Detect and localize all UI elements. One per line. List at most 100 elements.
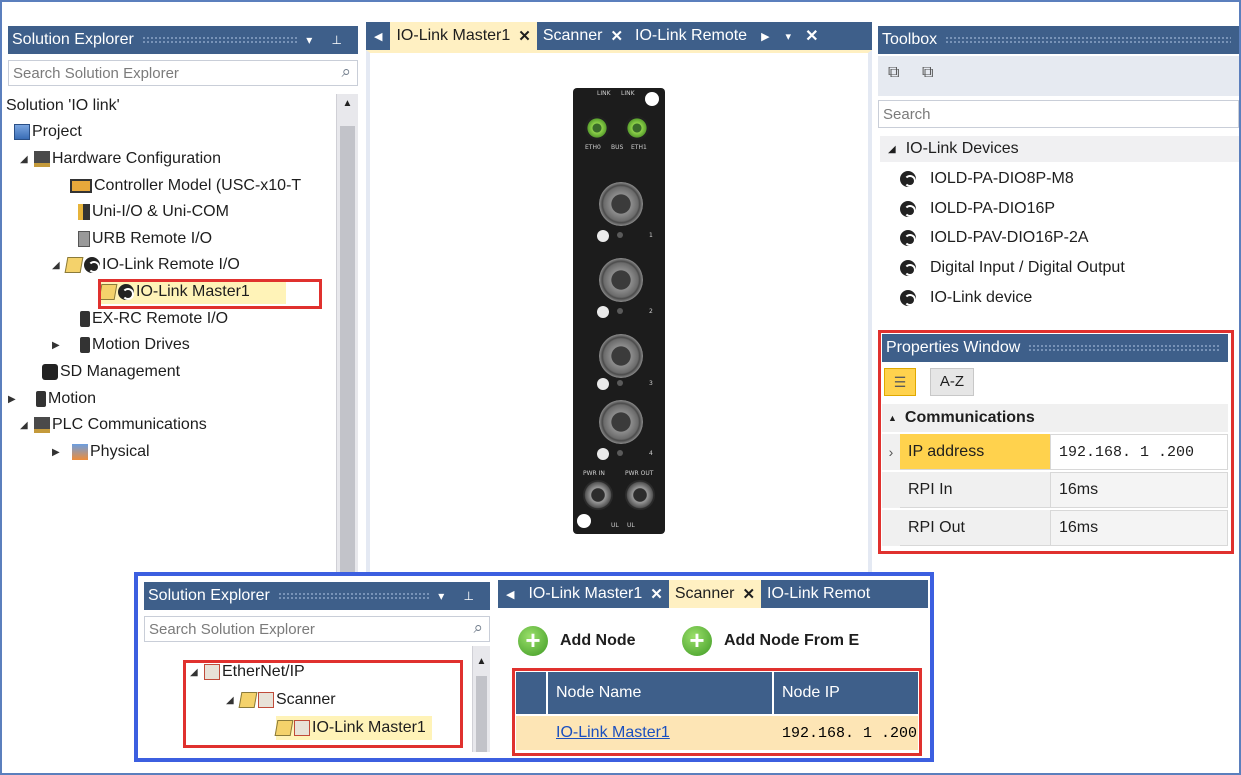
search-icon[interactable]: ⌕ [341, 62, 351, 82]
toolbox-item[interactable]: Digital Input / Digital Output [900, 256, 1125, 280]
tree-item-io-link-master1[interactable]: IO-Link Master1 [274, 716, 432, 740]
tree-item-controller-model[interactable]: Controller Model (USC-x10-T [70, 174, 301, 198]
properties-toolbar: ☰ A-Z [882, 364, 1228, 400]
bus-label: BUS [611, 144, 624, 151]
tree-item-ex-rc-remote-io[interactable]: EX-RC Remote I/O [80, 307, 228, 331]
tree-item-plc-communications[interactable]: ◢ PLC Communications [20, 413, 207, 437]
tree-item-project[interactable]: Project [14, 120, 82, 144]
collapsed-triangle-icon[interactable]: ▶ [8, 394, 20, 405]
solution-explorer-search[interactable]: Search Solution Explorer ⌕ [8, 60, 358, 86]
scroll-thumb[interactable] [476, 676, 487, 752]
window-menu-icon[interactable]: ▾ ⊥ [438, 589, 490, 603]
column-header-node-name[interactable]: Node Name [548, 672, 772, 714]
toolbox-item[interactable]: IOLD-PA-DIO8P-M8 [900, 167, 1074, 191]
close-icon[interactable]: ✕ [799, 22, 824, 50]
tab-scroll-right-icon[interactable]: ▶ [753, 22, 777, 50]
mounting-hole [645, 92, 659, 106]
tree-item-ethernet-ip[interactable]: ◢ EtherNet/IP [190, 660, 305, 684]
properties-titlebar: Properties Window [882, 334, 1228, 362]
scroll-up-icon[interactable]: ▲ [337, 98, 358, 109]
close-icon[interactable]: ✕ [742, 585, 755, 603]
tree-item-urb-remote-io[interactable]: URB Remote I/O [78, 227, 212, 251]
controller-icon [70, 179, 92, 193]
inset-scrollbar[interactable]: ▲ [472, 646, 490, 752]
collapsed-triangle-icon[interactable]: ▶ [52, 447, 64, 458]
tree-item-uni-io[interactable]: Uni-I/O & Uni-COM [78, 200, 229, 224]
close-icon[interactable]: ✕ [518, 27, 531, 45]
close-icon[interactable]: ✕ [650, 585, 663, 603]
tree-item-scanner[interactable]: ◢ Scanner [226, 688, 336, 712]
table-row[interactable]: IO-Link Master1 192.168. 1 .200 [516, 716, 918, 750]
categorized-view-icon[interactable]: ☰ [884, 368, 916, 396]
expanded-triangle-icon[interactable]: ◢ [20, 154, 32, 165]
search-placeholder: Search [883, 105, 931, 123]
expand-all-icon[interactable]: ⧉ [922, 64, 933, 82]
io-link-icon [900, 171, 916, 187]
expanded-triangle-icon[interactable]: ◢ [226, 695, 238, 706]
tab-io-link-remote[interactable]: IO-Link Remote [629, 22, 753, 50]
tab-dropdown-icon[interactable]: ▾ [778, 22, 800, 50]
add-node-from-button[interactable]: + Add Node From E [682, 626, 859, 656]
tree-item-physical[interactable]: ▶ Physical [52, 440, 150, 464]
property-row-ip-address[interactable]: › IP address 192.168. 1 .200 [882, 434, 1228, 470]
property-row-rpi-out[interactable]: RPI Out 16ms [882, 510, 1228, 546]
search-icon[interactable]: ⌕ [473, 618, 483, 638]
grid-corner [516, 672, 546, 714]
property-value[interactable]: 16ms [1050, 510, 1228, 546]
expanded-triangle-icon[interactable]: ◢ [52, 260, 64, 271]
tree-item-io-link-remote-io[interactable]: ◢ IO-Link Remote I/O [52, 253, 240, 277]
solution-explorer-scrollbar[interactable]: ▲ [336, 94, 358, 606]
column-header-node-ip[interactable]: Node IP [774, 672, 918, 714]
tree-item-sd-management[interactable]: SD Management [42, 360, 180, 384]
tree-label: Uni-I/O & Uni-COM [92, 203, 229, 220]
node-name-link[interactable]: IO-Link Master1 [548, 724, 774, 742]
toolbox-item[interactable]: IOLD-PA-DIO16P [900, 197, 1055, 221]
window-menu-icon[interactable]: ▾ ⊥ [306, 33, 358, 47]
sort-az-button[interactable]: A-Z [930, 368, 974, 396]
property-value[interactable]: 16ms [1050, 472, 1228, 508]
property-row-rpi-in[interactable]: RPI In 16ms [882, 472, 1228, 508]
toolbox-item[interactable]: IOLD-PAV-DIO16P-2A [900, 226, 1089, 250]
tree-label: Project [32, 123, 82, 140]
tab-scanner[interactable]: Scanner ✕ [668, 580, 762, 608]
properties-category[interactable]: ▲ Communications [882, 404, 1228, 432]
tab-scroll-left-icon[interactable]: ◀ [498, 580, 522, 608]
edit-icon [238, 692, 258, 708]
scroll-thumb[interactable] [340, 126, 355, 606]
tree-item-motion[interactable]: ▶ Motion [8, 387, 96, 411]
close-icon[interactable]: ✕ [610, 27, 623, 45]
tab-scroll-left-icon[interactable]: ◀ [366, 22, 390, 50]
property-value-input[interactable]: 192.168. 1 .200 [1050, 434, 1228, 470]
property-name: RPI Out [900, 510, 1050, 546]
link-label: LINK [621, 90, 635, 97]
solution-explorer-titlebar: Solution Explorer ▾ ⊥ [8, 26, 358, 54]
tab-io-link-master1[interactable]: IO-Link Master1 ✕ [390, 22, 537, 50]
expanded-triangle-icon[interactable]: ◢ [190, 667, 202, 678]
scroll-up-icon[interactable]: ▲ [473, 656, 490, 667]
tree-item-solution[interactable]: Solution 'IO link' [6, 94, 120, 118]
ethernet-ip-icon [258, 692, 274, 708]
link-label: LINK [597, 90, 611, 97]
tab-io-link-remote[interactable]: IO-Link Remot [761, 580, 876, 608]
tab-io-link-master1[interactable]: IO-Link Master1 ✕ [522, 580, 668, 608]
item-label: Digital Input / Digital Output [930, 259, 1125, 276]
collapse-all-icon[interactable]: ⧉ [888, 64, 899, 82]
titlebar-grip [945, 36, 1231, 44]
group-label: IO-Link Devices [905, 140, 1019, 157]
tab-scanner[interactable]: Scanner ✕ [537, 22, 629, 50]
toolbox-item[interactable]: IO-Link device [900, 286, 1032, 310]
io-link-logo-icon [597, 230, 609, 242]
toolbox-group-header[interactable]: ◢ IO-Link Devices [880, 136, 1239, 162]
tab-label: IO-Link Remot [767, 585, 871, 602]
tree-item-io-link-master1[interactable]: IO-Link Master1 [98, 280, 286, 304]
tree-item-hardware-configuration[interactable]: ◢ Hardware Configuration [20, 147, 221, 171]
collapsed-triangle-icon[interactable]: ▶ [52, 340, 64, 351]
expanded-triangle-icon[interactable]: ◢ [20, 420, 32, 431]
tree-label: Physical [90, 443, 150, 460]
eth1-port [625, 116, 649, 140]
tree-item-motion-drives[interactable]: ▶ Motion Drives [52, 333, 190, 357]
add-node-button[interactable]: + Add Node [518, 626, 636, 656]
status-led [617, 380, 623, 386]
inset-solution-explorer-search[interactable]: Search Solution Explorer ⌕ [144, 616, 490, 642]
toolbox-search[interactable]: Search [878, 100, 1239, 128]
